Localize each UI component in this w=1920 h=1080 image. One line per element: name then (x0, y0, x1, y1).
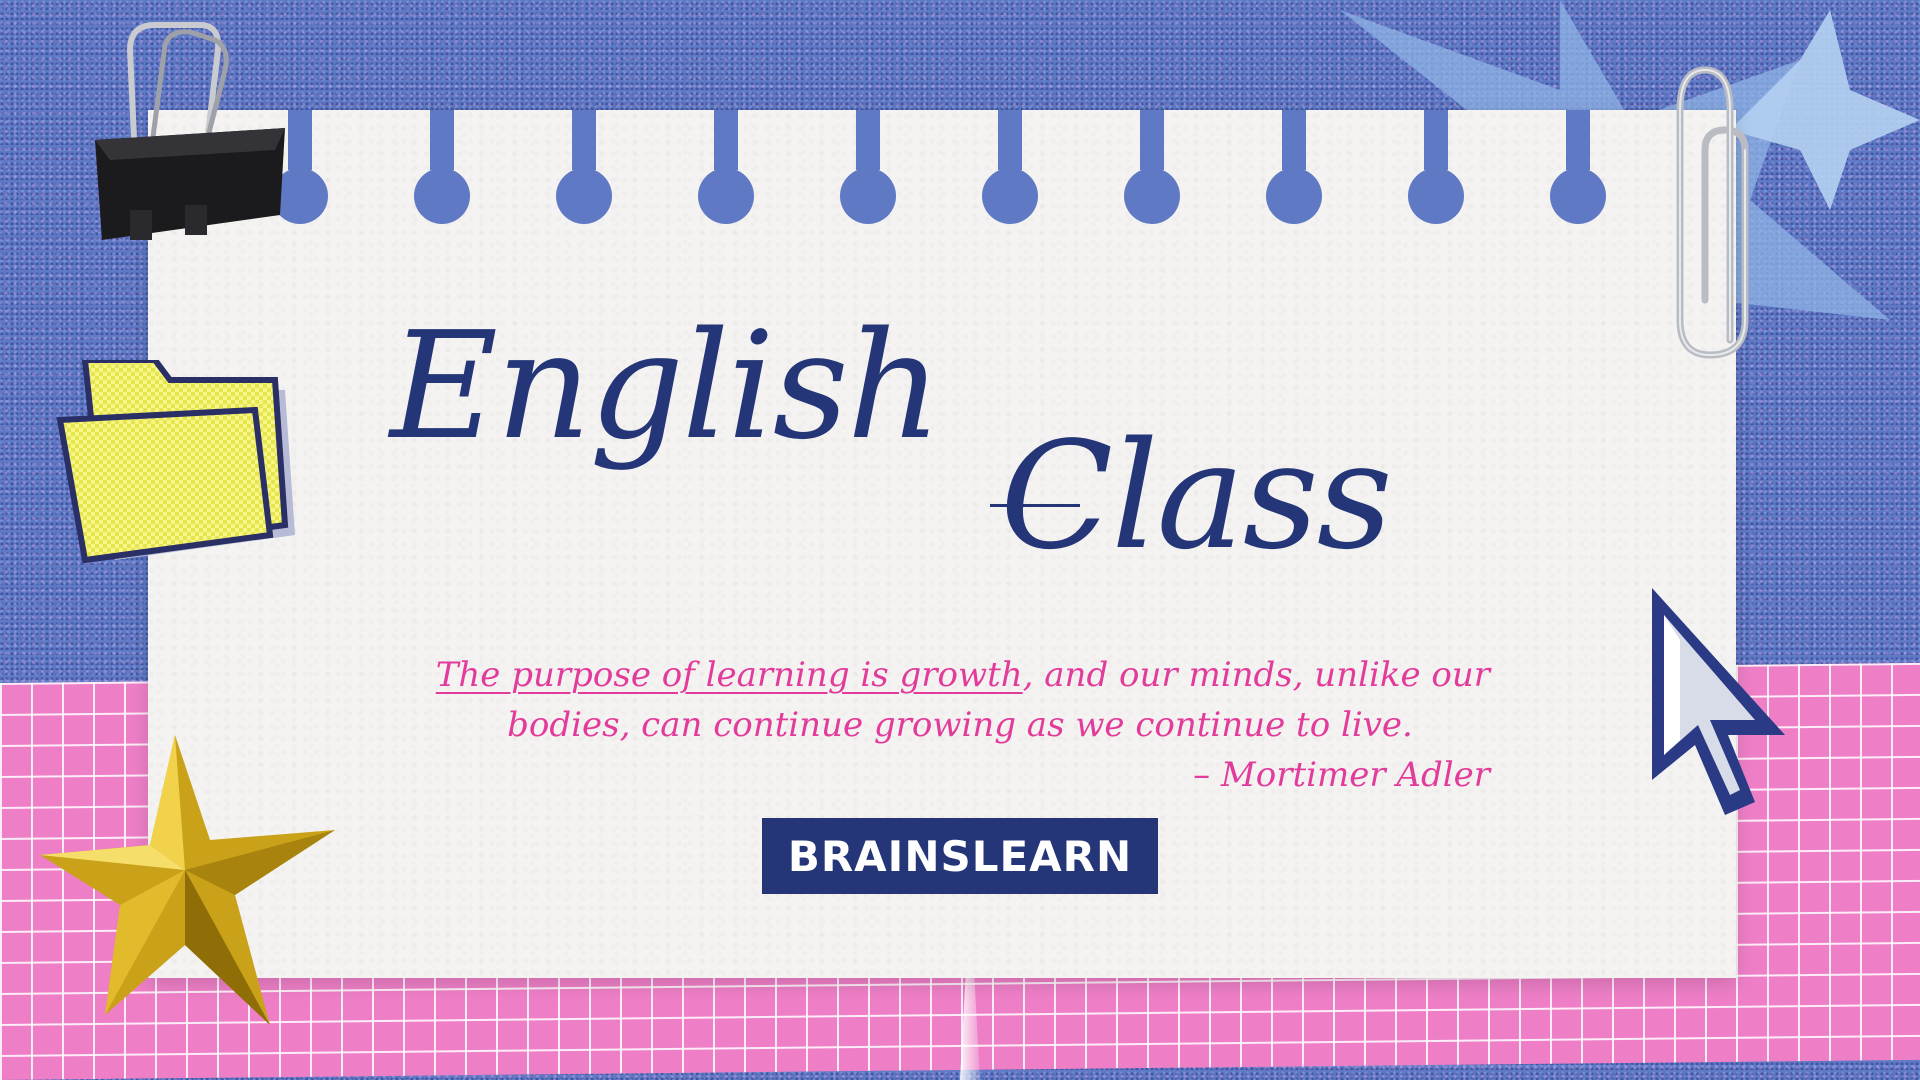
paper-clip-icon (1676, 66, 1749, 359)
paper-notch (1424, 110, 1448, 170)
quote-highlight: The purpose of learning is growth (435, 655, 1023, 695)
paper-hole (1408, 168, 1464, 224)
brand-name: BRAINSLEARN (787, 831, 1133, 881)
title-english: English (390, 300, 942, 472)
brand-badge: BRAINSLEARN (762, 818, 1158, 894)
quote-author: – Mortimer Adler (1193, 755, 1490, 795)
paper-notch (856, 110, 880, 170)
paper-notch (1566, 110, 1590, 170)
title-class: Class (1000, 410, 1393, 582)
paper-hole (698, 168, 754, 224)
paper-notch (1282, 110, 1306, 170)
quote-line-2: bodies, can continue growing as we conti… (507, 705, 1413, 745)
paper-notch (998, 110, 1022, 170)
quote-line-1: The purpose of learning is growth, and o… (430, 650, 1490, 700)
paper-notch (1140, 110, 1164, 170)
gold-star-icon (40, 735, 335, 1025)
paper-hole (1266, 168, 1322, 224)
paper-notch (714, 110, 738, 170)
paper-hole (556, 168, 612, 224)
binder-clip-icon (95, 22, 285, 240)
folder-icon (56, 360, 295, 564)
paper-hole (1550, 168, 1606, 224)
paper-hole (982, 168, 1038, 224)
quote-line-1-rest: , and our minds, unlike our (1022, 655, 1490, 695)
mouse-cursor-icon (1652, 588, 1785, 815)
slide-canvas: English Class The purpose of learning is… (0, 0, 1920, 1080)
paper-hole (414, 168, 470, 224)
paper-notch (430, 110, 454, 170)
paper-hole (1124, 168, 1180, 224)
paper-notch (572, 110, 596, 170)
paper-notch (288, 110, 312, 170)
quote-block: The purpose of learning is growth, and o… (430, 650, 1490, 800)
paper-hole (840, 168, 896, 224)
